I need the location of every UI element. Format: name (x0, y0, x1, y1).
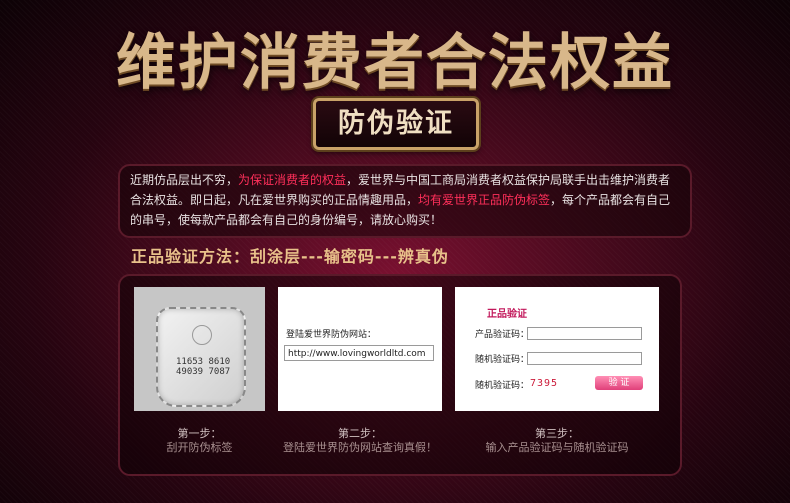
step-2-title: 第二步： (338, 427, 382, 440)
verify-card: 正品验证 产品验证码： 随机验证码： 随机验证码： 7395 验 证 (455, 287, 659, 411)
verify-button[interactable]: 验 证 (595, 376, 643, 390)
intro-text: 近期仿品层出不穷，为保证消费者的权益，爱世界与中国工商局消费者权益保护局联手出击… (118, 164, 692, 238)
anti-counterfeit-label: 11653 8610 49039 7087 (156, 307, 246, 407)
url-field[interactable]: http://www.lovingworldltd.com (284, 345, 434, 361)
captcha-code: 7395 (530, 378, 559, 389)
website-card: 登陆爱世界防伪网站： http://www.lovingworldltd.com (278, 287, 442, 411)
section-badge: 防伪验证 (313, 98, 479, 150)
product-code-input[interactable] (527, 327, 642, 340)
label-card: 11653 8610 49039 7087 (134, 287, 265, 411)
website-label: 登陆爱世界防伪网站： (286, 330, 377, 340)
product-code-label: 产品验证码： (475, 330, 530, 340)
step-3: 第三步： 输入产品验证码与随机验证码 (455, 427, 659, 455)
random-code-input[interactable] (527, 352, 642, 365)
step-1: 第一步： 刮开防伪标签 (134, 427, 265, 455)
random-code-label: 随机验证码： (475, 355, 530, 365)
step-3-desc: 输入产品验证码与随机验证码 (485, 441, 629, 454)
label-number-1: 11653 8610 (176, 357, 231, 367)
intro-highlight-2: 均有爱世界正品防伪标签 (418, 193, 551, 207)
intro-highlight-1: 为保证消费者的权益 (238, 173, 347, 187)
intro-part-1: 近期仿品层出不穷， (130, 173, 239, 187)
step-2-desc: 登陆爱世界防伪网站查询真假！ (283, 441, 437, 454)
verify-heading: 正品验证 (487, 309, 527, 320)
page-title: 维护消费者合法权益 (116, 28, 674, 98)
label-logo-icon (192, 325, 212, 345)
label-number-2: 49039 7087 (176, 367, 231, 377)
captcha-label: 随机验证码： (475, 381, 530, 391)
step-1-desc: 刮开防伪标签 (166, 441, 233, 454)
step-1-title: 第一步： (177, 427, 222, 440)
method-heading: 正品验证方法：刮涂层---输密码---辨真伪 (131, 247, 449, 266)
step-2: 第二步： 登陆爱世界防伪网站查询真假！ (268, 427, 452, 455)
step-3-title: 第三步： (535, 427, 579, 440)
